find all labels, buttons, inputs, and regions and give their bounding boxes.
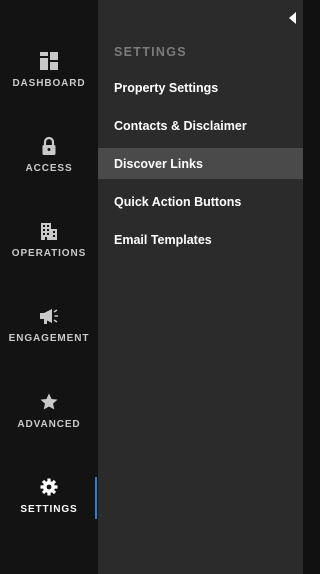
nav-item-access[interactable]: ACCESS: [0, 136, 98, 206]
lock-icon: [39, 136, 59, 156]
app-shell: DASHBOARD ACCESS OPERATIONS ENGAGEMENT A: [0, 0, 303, 574]
caret-left-icon: [289, 12, 296, 24]
submenu-item-email-templates[interactable]: Email Templates: [98, 224, 303, 255]
submenu-item-quick-action-buttons[interactable]: Quick Action Buttons: [98, 186, 303, 217]
nav-item-settings[interactable]: SETTINGS: [0, 477, 98, 547]
active-nav-indicator: [95, 477, 97, 519]
nav-item-dashboard[interactable]: DASHBOARD: [0, 51, 98, 121]
nav-item-label: DASHBOARD: [12, 78, 86, 89]
star-icon: [39, 392, 59, 412]
nav-item-operations[interactable]: OPERATIONS: [0, 221, 98, 291]
submenu-item-property-settings[interactable]: Property Settings: [98, 72, 303, 103]
submenu-title: SETTINGS: [114, 45, 187, 59]
submenu-list: Property Settings Contacts & Disclaimer …: [98, 72, 303, 262]
gear-icon: [39, 477, 59, 497]
nav-item-engagement[interactable]: ENGAGEMENT: [0, 306, 98, 376]
dashboard-icon: [39, 51, 59, 71]
settings-submenu-panel: SETTINGS Property Settings Contacts & Di…: [98, 0, 303, 574]
submenu-item-discover-links[interactable]: Discover Links: [98, 148, 303, 179]
nav-item-label: ACCESS: [25, 163, 73, 174]
building-icon: [39, 221, 59, 241]
primary-sidebar: DASHBOARD ACCESS OPERATIONS ENGAGEMENT A: [0, 0, 98, 574]
nav-item-label: OPERATIONS: [11, 248, 87, 259]
submenu-item-contacts-disclaimer[interactable]: Contacts & Disclaimer: [98, 110, 303, 141]
nav-item-label: SETTINGS: [20, 504, 78, 515]
nav-item-label: ADVANCED: [17, 419, 81, 430]
nav-item-label: ENGAGEMENT: [8, 333, 90, 344]
nav-item-advanced[interactable]: ADVANCED: [0, 392, 98, 462]
megaphone-icon: [39, 306, 59, 326]
collapse-panel-button[interactable]: [287, 10, 299, 26]
